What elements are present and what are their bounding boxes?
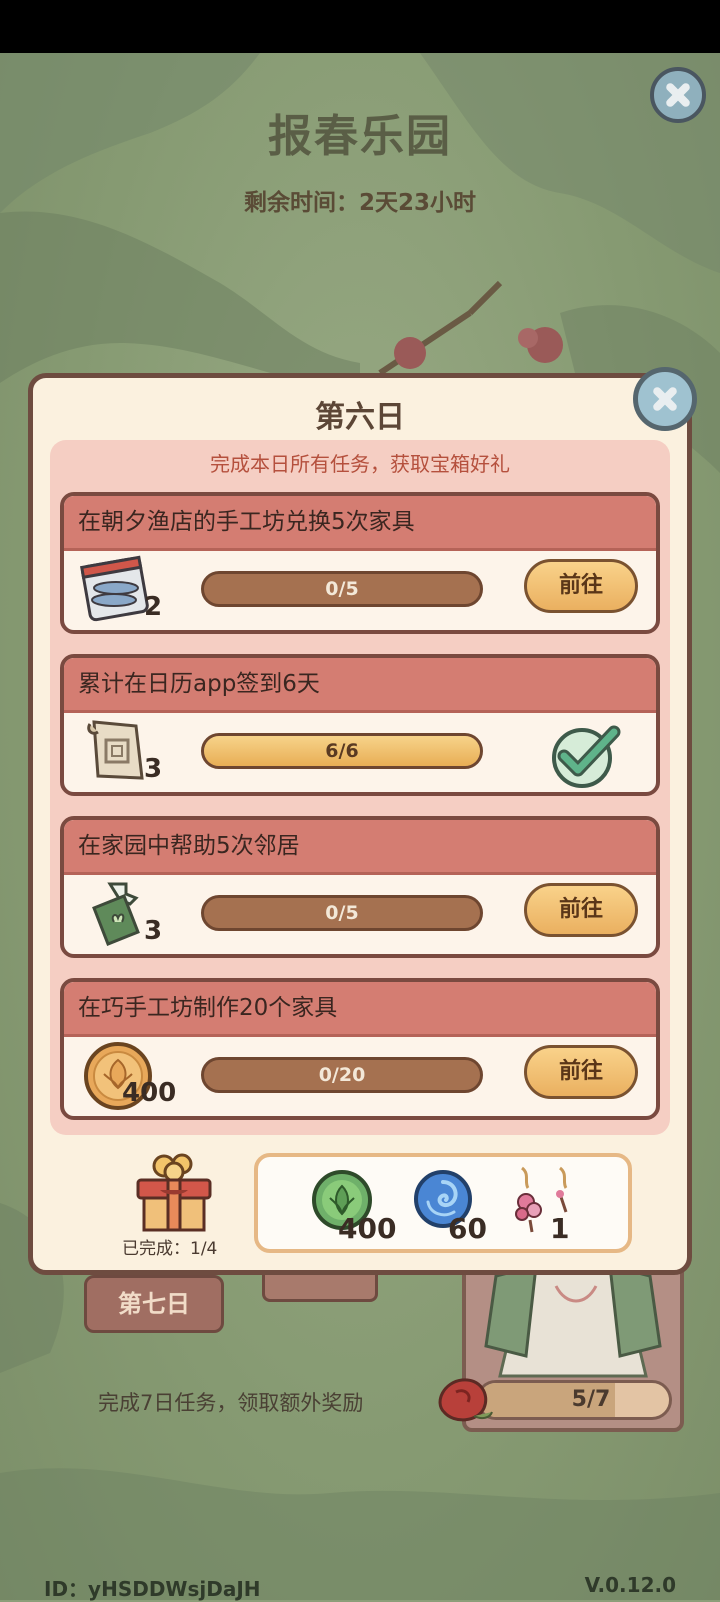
task-progress-text: 0/20 (318, 1064, 366, 1086)
day7-tab[interactable]: 第七日 (84, 1275, 224, 1333)
version-label: V.0.12.0 (584, 1573, 676, 1597)
completed-count: 已完成：1/4 (122, 1239, 218, 1259)
close-dialog-button[interactable] (633, 367, 697, 431)
check-icon (552, 725, 621, 788)
dialog-subtitle: 完成本日所有任务，获取宝箱好礼 (210, 452, 510, 476)
task-progress-text: 0/5 (325, 578, 359, 600)
task-reward-count: 3 (144, 754, 163, 784)
task-progress-bar: 6/6 (201, 733, 483, 769)
task-reward-count: 400 (122, 1078, 177, 1108)
fish-basket-icon (80, 555, 149, 622)
go-button[interactable]: 前往 (524, 1045, 638, 1099)
task-card: 在朝夕渔店的手工坊兑换5次家具 2 0/5 前往 (60, 492, 660, 634)
extra-reward-text: 完成7日任务，领取额外奖励 (98, 1391, 364, 1415)
task-progress-text: 0/5 (325, 902, 359, 924)
close-event-button[interactable] (650, 67, 706, 123)
task-reward-count: 2 (144, 592, 163, 622)
task-card: 在巧手工坊制作20个家具 400 0/20 前往 (60, 978, 660, 1120)
task-progress-text: 6/6 (325, 740, 359, 762)
go-button[interactable]: 前往 (524, 883, 638, 937)
task-title: 累计在日历app签到6天 (64, 658, 656, 713)
task-title: 在巧手工坊制作20个家具 (64, 982, 656, 1037)
task-reward-count: 3 (144, 916, 163, 946)
go-button[interactable]: 前往 (524, 559, 638, 613)
spray-bottle-icon (92, 882, 140, 946)
reward-count: 1 (550, 1212, 570, 1245)
remaining-time: 剩余时间：2天23小时 (243, 190, 476, 216)
reward-count: 400 (338, 1212, 397, 1245)
scroll-icon (87, 720, 144, 780)
task-progress-bar: 0/5 (201, 895, 483, 931)
dress-progress-bar: 5/7 (476, 1380, 672, 1420)
rose-icon (438, 1378, 493, 1422)
event-title: 报春乐园 (268, 111, 452, 162)
task-progress-bar: 0/5 (201, 571, 483, 607)
treasure-chest-icon[interactable] (132, 1150, 216, 1234)
dialog-title: 第六日 (315, 400, 405, 435)
task-title: 在朝夕渔店的手工坊兑换5次家具 (64, 496, 656, 551)
status-bar (0, 0, 720, 53)
dress-progress-text: 5/7 (571, 1387, 611, 1412)
reward-count: 60 (448, 1212, 487, 1245)
task-card: 累计在日历app签到6天 3 6/6 (60, 654, 660, 796)
task-progress-bar: 0/20 (201, 1057, 483, 1093)
task-title: 在家园中帮助5次邻居 (64, 820, 656, 875)
task-card: 在家园中帮助5次邻居 3 0/5 前往 (60, 816, 660, 958)
player-id: ID：yHSDDWsjDaJH (44, 1577, 261, 1601)
